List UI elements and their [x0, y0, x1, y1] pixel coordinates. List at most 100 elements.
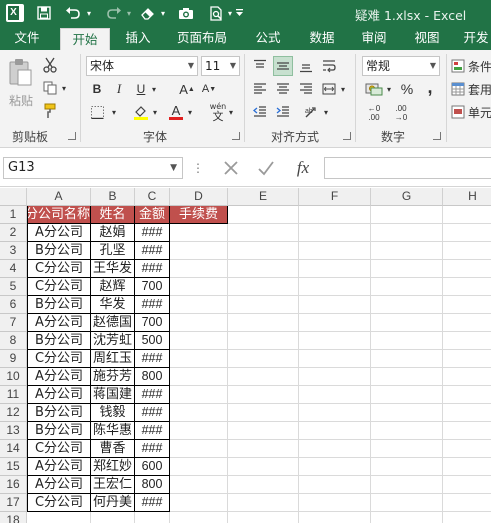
copy-icon[interactable]	[39, 78, 61, 98]
accounting-format-icon[interactable]	[363, 79, 385, 99]
cell-e8[interactable]	[228, 332, 299, 350]
name-box[interactable]: G13 ▼	[3, 157, 183, 179]
print-preview-icon[interactable]	[205, 3, 227, 23]
data-cell[interactable]: C分公司	[27, 278, 91, 296]
cell-h6[interactable]	[443, 296, 491, 314]
camera-icon[interactable]	[175, 3, 197, 23]
data-cell[interactable]: ###	[135, 242, 170, 260]
align-middle-icon[interactable]	[273, 56, 293, 76]
cell-h1[interactable]	[443, 206, 491, 224]
cell-b18[interactable]	[91, 512, 135, 523]
fill-color-icon[interactable]	[131, 102, 151, 122]
cell-h4[interactable]	[443, 260, 491, 278]
data-cell[interactable]: 赵娟	[91, 224, 135, 242]
cell-g10[interactable]	[371, 368, 443, 386]
cell-g11[interactable]	[371, 386, 443, 404]
row-header-10[interactable]: 10	[0, 368, 27, 386]
align-right-icon[interactable]	[296, 79, 316, 99]
cell-f3[interactable]	[299, 242, 371, 260]
cell-h9[interactable]	[443, 350, 491, 368]
font-size-select[interactable]: 11 ▼	[201, 56, 240, 76]
cell-h16[interactable]	[443, 476, 491, 494]
percent-button[interactable]: %	[397, 79, 417, 99]
tab-home[interactable]: 开始	[60, 28, 110, 50]
data-cell[interactable]: 赵德国	[91, 314, 135, 332]
cell-e12[interactable]	[228, 404, 299, 422]
insert-function-icon[interactable]: fx	[288, 158, 318, 178]
shrink-font-button[interactable]: A ▼	[200, 80, 218, 98]
cell-d16[interactable]	[170, 476, 228, 494]
cell-c18[interactable]	[135, 512, 170, 523]
column-header-b[interactable]: B	[91, 188, 135, 206]
cell-g4[interactable]	[371, 260, 443, 278]
phonetic-icon[interactable]: wén 文	[207, 101, 229, 123]
data-cell[interactable]: B分公司	[27, 404, 91, 422]
more-options-icon[interactable]: ⋮	[192, 158, 204, 178]
data-cell[interactable]: B分公司	[27, 422, 91, 440]
data-cell[interactable]: 500	[135, 332, 170, 350]
excel-logo-icon[interactable]: X	[6, 4, 24, 22]
fill-color-dropdown-icon[interactable]: ▾	[151, 107, 159, 117]
data-cell[interactable]: ###	[135, 494, 170, 512]
tab-view[interactable]: 视图	[403, 27, 451, 50]
data-cell[interactable]: 陈华惠	[91, 422, 135, 440]
data-cell[interactable]: 周红玉	[91, 350, 135, 368]
cell-d18[interactable]	[170, 512, 228, 523]
cell-d13[interactable]	[170, 422, 228, 440]
tab-insert[interactable]: 插入	[114, 27, 162, 50]
cell-g5[interactable]	[371, 278, 443, 296]
cell-d14[interactable]	[170, 440, 228, 458]
row-header-17[interactable]: 17	[0, 494, 27, 512]
data-cell[interactable]: B分公司	[27, 296, 91, 314]
cut-icon[interactable]	[39, 55, 61, 75]
data-cell[interactable]: 孔坚	[91, 242, 135, 260]
row-header-4[interactable]: 4	[0, 260, 27, 278]
header-cell[interactable]: 分公司名称	[27, 206, 91, 224]
cell-f8[interactable]	[299, 332, 371, 350]
cell-g7[interactable]	[371, 314, 443, 332]
cell-h2[interactable]	[443, 224, 491, 242]
data-cell[interactable]: A分公司	[27, 458, 91, 476]
undo-icon[interactable]	[62, 3, 84, 23]
align-bottom-icon[interactable]	[296, 56, 316, 76]
increase-decimal-button[interactable]: ←0.00	[363, 102, 385, 124]
cell-g18[interactable]	[371, 512, 443, 523]
data-cell[interactable]: 800	[135, 476, 170, 494]
cell-f2[interactable]	[299, 224, 371, 242]
tab-file[interactable]: 文件	[0, 27, 54, 50]
align-left-icon[interactable]	[250, 79, 270, 99]
cell-f7[interactable]	[299, 314, 371, 332]
font-launcher-icon[interactable]	[232, 132, 240, 140]
enter-icon[interactable]	[253, 158, 279, 178]
cell-d8[interactable]	[170, 332, 228, 350]
cell-f15[interactable]	[299, 458, 371, 476]
cell-f16[interactable]	[299, 476, 371, 494]
row-header-11[interactable]: 11	[0, 386, 27, 404]
tab-page-layout[interactable]: 页面布局	[166, 27, 238, 50]
cell-d17[interactable]	[170, 494, 228, 512]
data-cell[interactable]: ###	[135, 224, 170, 242]
cell-g12[interactable]	[371, 404, 443, 422]
row-header-7[interactable]: 7	[0, 314, 27, 332]
cell-d10[interactable]	[170, 368, 228, 386]
cell-e6[interactable]	[228, 296, 299, 314]
cell-e17[interactable]	[228, 494, 299, 512]
cell-f14[interactable]	[299, 440, 371, 458]
data-cell[interactable]: C分公司	[27, 440, 91, 458]
cancel-icon[interactable]	[218, 158, 244, 178]
row-header-8[interactable]: 8	[0, 332, 27, 350]
cell-e16[interactable]	[228, 476, 299, 494]
undo-dropdown-icon[interactable]: ▾	[84, 3, 94, 23]
number-format-select[interactable]: 常规 ▼	[362, 56, 440, 76]
merge-dropdown-icon[interactable]: ▾	[339, 84, 347, 94]
data-cell[interactable]: C分公司	[27, 260, 91, 278]
data-cell[interactable]: 600	[135, 458, 170, 476]
orientation-icon[interactable]: ab	[302, 102, 322, 122]
data-cell[interactable]: A分公司	[27, 368, 91, 386]
row-header-18[interactable]: 18	[0, 512, 27, 523]
row-header-12[interactable]: 12	[0, 404, 27, 422]
cell-d4[interactable]	[170, 260, 228, 278]
redo-icon[interactable]	[103, 3, 125, 23]
cell-g1[interactable]	[371, 206, 443, 224]
cell-e3[interactable]	[228, 242, 299, 260]
